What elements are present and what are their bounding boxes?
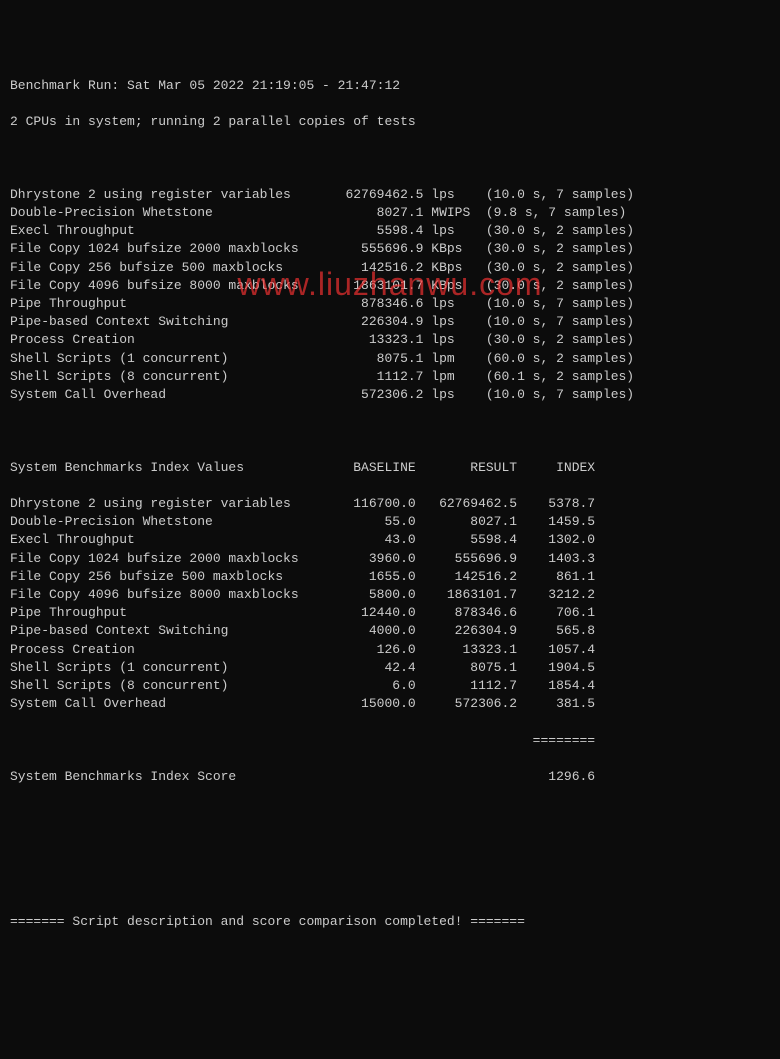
test-row: Shell Scripts (8 concurrent) 1112.7 lpm … [10,368,770,386]
header-line-2: 2 CPUs in system; running 2 parallel cop… [10,113,770,131]
index-row: File Copy 1024 bufsize 2000 maxblocks 39… [10,550,770,568]
index-row: Process Creation 126.0 13323.1 1057.4 [10,641,770,659]
test-row: Pipe-based Context Switching 226304.9 lp… [10,313,770,331]
test-row: Double-Precision Whetstone 8027.1 MWIPS … [10,204,770,222]
test-row: Process Creation 13323.1 lps (30.0 s, 2 … [10,331,770,349]
index-row: System Call Overhead 15000.0 572306.2 38… [10,695,770,713]
benchmark-tests: Dhrystone 2 using register variables 627… [10,186,770,404]
index-row: Shell Scripts (8 concurrent) 6.0 1112.7 … [10,677,770,695]
divider-line: ======== [10,732,770,750]
index-row: Execl Throughput 43.0 5598.4 1302.0 [10,531,770,549]
index-row: Pipe-based Context Switching 4000.0 2263… [10,622,770,640]
footer-line: ======= Script description and score com… [10,913,770,931]
index-row: File Copy 256 bufsize 500 maxblocks 1655… [10,568,770,586]
blank-line [10,841,770,859]
test-row: System Call Overhead 572306.2 lps (10.0 … [10,386,770,404]
header-line-1: Benchmark Run: Sat Mar 05 2022 21:19:05 … [10,77,770,95]
test-row: Pipe Throughput 878346.6 lps (10.0 s, 7 … [10,295,770,313]
index-row: Shell Scripts (1 concurrent) 42.4 8075.1… [10,659,770,677]
test-row: File Copy 256 bufsize 500 maxblocks 1425… [10,259,770,277]
test-row: File Copy 1024 bufsize 2000 maxblocks 55… [10,240,770,258]
index-row: Double-Precision Whetstone 55.0 8027.1 1… [10,513,770,531]
test-row: Execl Throughput 5598.4 lps (30.0 s, 2 s… [10,222,770,240]
index-row: File Copy 4096 bufsize 8000 maxblocks 58… [10,586,770,604]
blank-line [10,422,770,440]
index-row: Dhrystone 2 using register variables 116… [10,495,770,513]
score-line: System Benchmarks Index Score 1296.6 [10,768,770,786]
blank-line [10,150,770,168]
index-row: Pipe Throughput 12440.0 878346.6 706.1 [10,604,770,622]
blank-line [10,804,770,822]
index-table-header: System Benchmarks Index Values BASELINE … [10,459,770,477]
test-row: File Copy 4096 bufsize 8000 maxblocks 18… [10,277,770,295]
index-table-rows: Dhrystone 2 using register variables 116… [10,495,770,713]
blank-line [10,877,770,895]
test-row: Shell Scripts (1 concurrent) 8075.1 lpm … [10,350,770,368]
test-row: Dhrystone 2 using register variables 627… [10,186,770,204]
